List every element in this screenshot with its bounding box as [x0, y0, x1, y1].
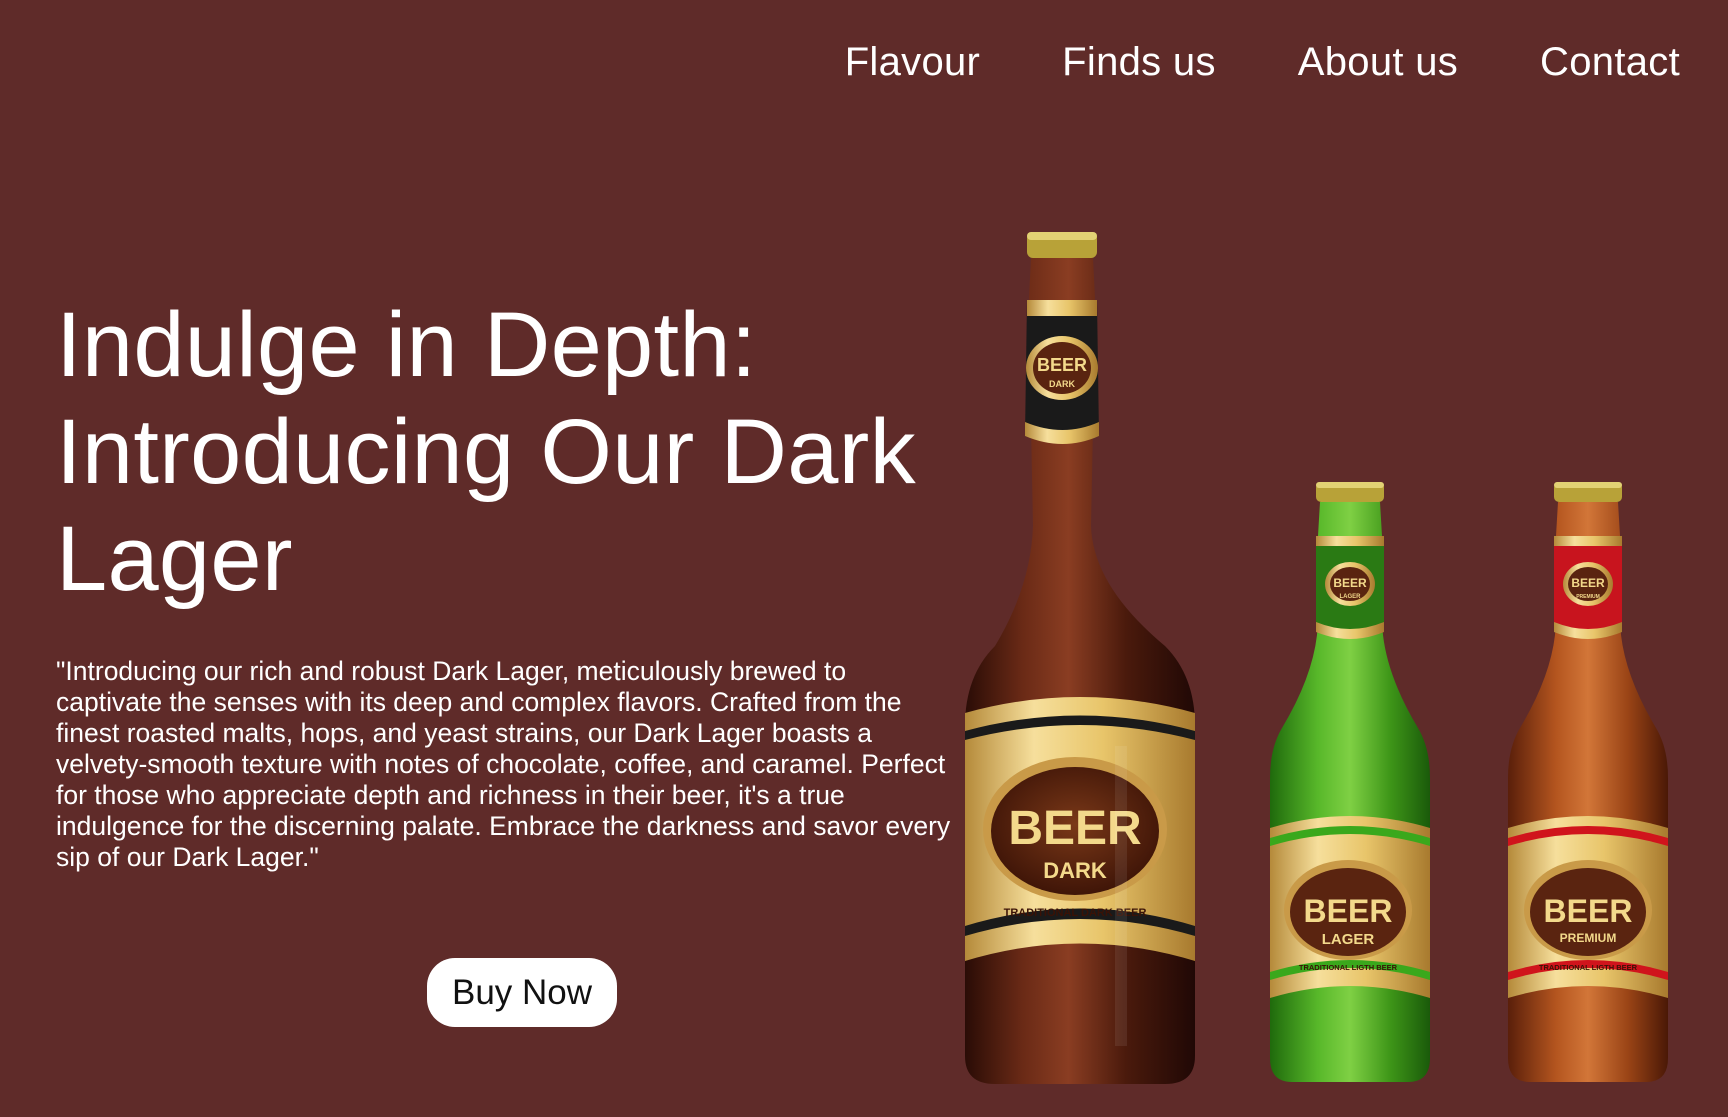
buy-now-button[interactable]: Buy Now [427, 958, 617, 1027]
svg-text:BEER: BEER [1037, 355, 1087, 375]
premium-bottle-image: BEER PREMIUM BEER PREMIUM TRADITIONAL LI… [1508, 478, 1668, 1084]
dark-lager-bottle-image: BEER DARK BEER DARK TRADITIONAL DARK BEE… [965, 226, 1195, 1088]
svg-text:BEER: BEER [1571, 576, 1605, 590]
svg-text:DARK: DARK [1043, 858, 1107, 883]
nav-link-contact[interactable]: Contact [1540, 40, 1680, 85]
svg-text:LAGER: LAGER [1322, 931, 1375, 948]
nav-link-finds-us[interactable]: Finds us [1062, 40, 1216, 85]
hero-description: "Introducing our rich and robust Dark La… [56, 656, 951, 872]
svg-text:DARK: DARK [1049, 379, 1075, 389]
svg-text:BEER: BEER [1544, 893, 1633, 929]
top-nav: Flavour Finds us About us Contact [763, 38, 1680, 86]
svg-text:BEER: BEER [1333, 576, 1367, 590]
nav-link-flavour[interactable]: Flavour [845, 40, 980, 85]
lager-bottle-image: BEER LAGER BEER LAGER TRADITIONAL LIGTH … [1270, 478, 1430, 1084]
svg-text:TRADITIONAL LIGTH BEER: TRADITIONAL LIGTH BEER [1299, 963, 1398, 972]
hero-title: Indulge in Depth: Introducing Our Dark L… [56, 294, 916, 610]
svg-text:TRADITIONAL LIGTH BEER: TRADITIONAL LIGTH BEER [1539, 963, 1638, 972]
svg-text:BEER: BEER [1304, 893, 1393, 929]
svg-text:LAGER: LAGER [1340, 594, 1362, 600]
svg-text:PREMIUM: PREMIUM [1576, 594, 1600, 600]
nav-link-about-us[interactable]: About us [1298, 40, 1458, 85]
svg-text:PREMIUM: PREMIUM [1560, 931, 1617, 945]
